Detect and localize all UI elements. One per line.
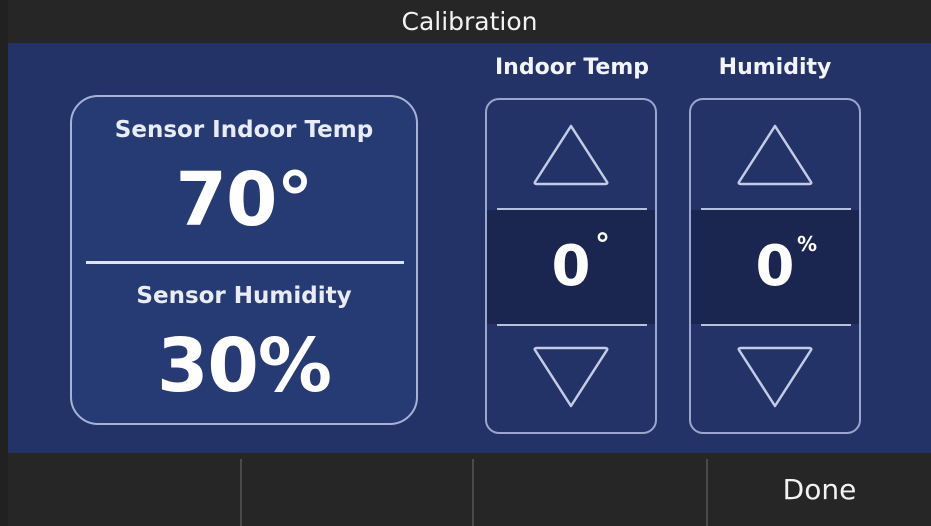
indoor-temp-stepper: 0 ° — [485, 98, 657, 434]
screen-title: Calibration — [8, 0, 931, 43]
indoor-temp-offset-value: 0 — [551, 234, 591, 299]
indoor-temp-offset-unit: ° — [595, 228, 610, 263]
humidity-offset-value: 0 — [755, 234, 795, 299]
softkey-2[interactable] — [242, 453, 472, 526]
triangle-up-icon — [533, 124, 609, 186]
triangle-up-icon — [737, 124, 813, 186]
humidity-down-button[interactable] — [691, 322, 859, 432]
thermostat-screen: Calibration Sensor Indoor Temp 70° Senso… — [0, 0, 931, 526]
softkey-3[interactable] — [474, 453, 706, 526]
humidity-offset-unit: % — [797, 232, 818, 256]
triangle-down-icon — [737, 346, 813, 408]
sensor-humidity-label: Sensor Humidity — [136, 283, 352, 309]
softkey-bar: Done — [8, 453, 931, 526]
indoor-temp-down-button[interactable] — [487, 322, 655, 432]
humidity-header: Humidity — [718, 55, 832, 80]
calibration-panel: Sensor Indoor Temp 70° Sensor Humidity 3… — [8, 43, 931, 453]
sensor-indoor-temp-label: Sensor Indoor Temp — [114, 117, 374, 143]
indoor-temp-offset-display: 0 ° — [487, 210, 655, 324]
humidity-up-button[interactable] — [691, 100, 859, 210]
sensor-readings-card: Sensor Indoor Temp 70° Sensor Humidity 3… — [70, 95, 418, 425]
sensor-indoor-temp-value: 70° — [175, 157, 314, 243]
done-button[interactable]: Done — [708, 453, 931, 526]
triangle-down-icon — [533, 346, 609, 408]
humidity-stepper: 0 % — [689, 98, 861, 434]
title-text: Calibration — [401, 7, 538, 36]
humidity-offset-display: 0 % — [691, 210, 859, 324]
sensor-humidity-value: 30% — [156, 323, 332, 409]
indoor-temp-up-button[interactable] — [487, 100, 655, 210]
softkey-1[interactable] — [8, 453, 240, 526]
sensor-divider — [86, 261, 404, 264]
indoor-temp-header: Indoor Temp — [494, 55, 649, 80]
